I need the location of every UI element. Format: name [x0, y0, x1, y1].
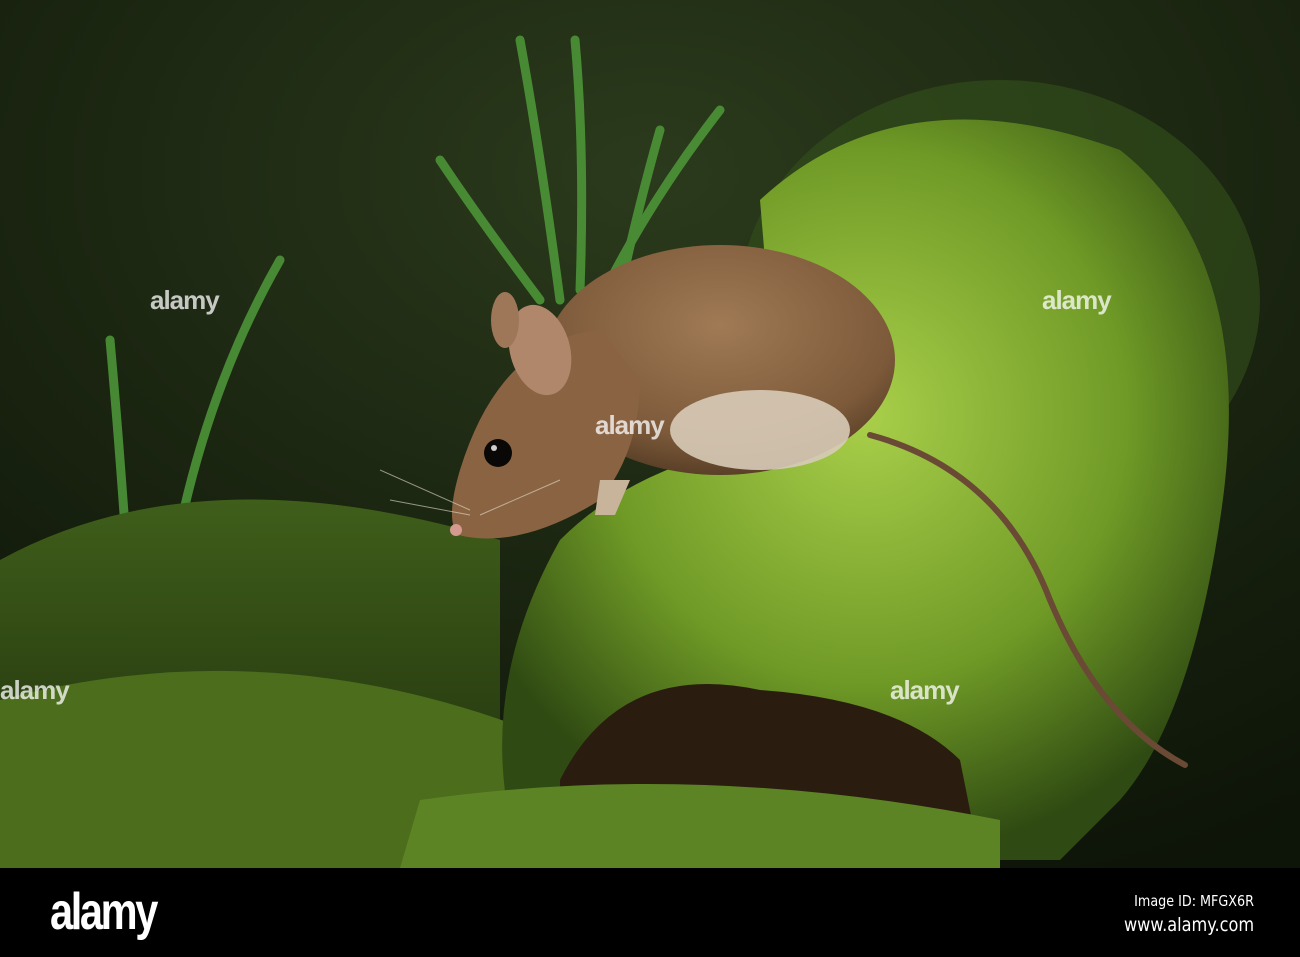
- watermark-text: alamy: [890, 675, 960, 705]
- watermark-text: alamy: [1042, 285, 1112, 315]
- watermark-text: alamy: [595, 410, 665, 440]
- alamy-logo: alamy: [50, 883, 158, 941]
- image-id: Image ID: MFGX6R: [1134, 892, 1254, 910]
- watermark-text: alamy: [0, 675, 70, 705]
- footer-bar: alamy Image ID: MFGX6R www.alamy.com: [0, 868, 1300, 957]
- stock-photo: alamy alamy alamy alamy alamy alamy Imag…: [0, 0, 1300, 957]
- site-url: www.alamy.com: [1123, 914, 1254, 936]
- watermark-text: alamy: [150, 285, 220, 315]
